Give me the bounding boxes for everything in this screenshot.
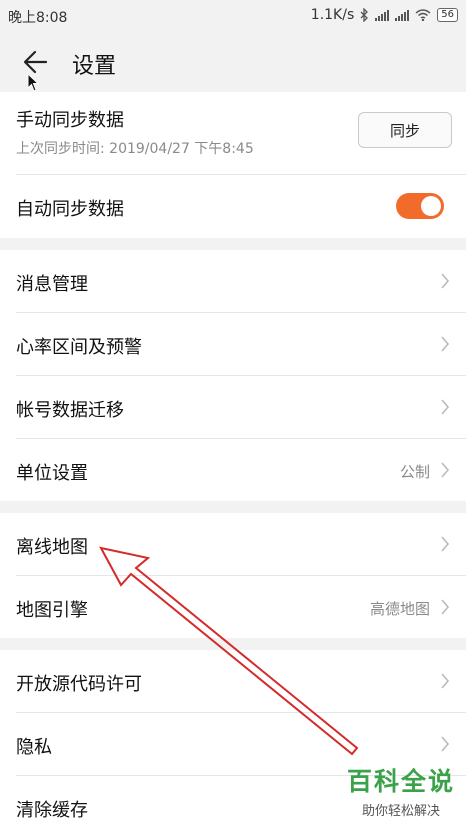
section-divider <box>0 638 466 650</box>
item-label: 单位设置 <box>16 463 88 484</box>
bluetooth-icon <box>360 8 369 22</box>
chevron-right-icon <box>441 536 450 552</box>
list-item-offline-map[interactable]: 离线地图 <box>16 513 466 576</box>
status-icons: 1.1K/s 56 <box>311 7 458 23</box>
wifi-icon <box>415 9 431 21</box>
list-item-account-migration[interactable]: 帐号数据迁移 <box>16 376 466 439</box>
app-bar: 设置 <box>0 32 466 92</box>
list-item-message-management[interactable]: 消息管理 <box>16 250 466 313</box>
item-value: 公制 <box>399 463 430 481</box>
chevron-right-icon <box>441 336 450 352</box>
list-item-open-source[interactable]: 开放源代码许可 <box>16 650 466 713</box>
mouse-cursor-icon <box>27 73 39 92</box>
item-label: 心率区间及预警 <box>16 337 142 358</box>
signal-icon <box>375 9 390 21</box>
item-value: 高德地图 <box>369 600 430 618</box>
sync-button[interactable]: 同步 <box>358 112 452 148</box>
chevron-right-icon <box>441 273 450 289</box>
section-divider <box>0 238 466 250</box>
list-item-unit-settings[interactable]: 单位设置 公制 <box>16 439 466 501</box>
chevron-right-icon <box>441 462 450 478</box>
manual-sync-row: 手动同步数据 上次同步时间: 2019/04/27 下午8:45 同步 <box>16 92 466 175</box>
chevron-right-icon <box>441 736 450 752</box>
page-title: 设置 <box>72 54 117 79</box>
toggle-knob <box>421 196 441 216</box>
network-speed: 1.1K/s <box>310 7 355 23</box>
section-divider <box>0 501 466 513</box>
item-label: 离线地图 <box>16 537 88 558</box>
signal-icon-2 <box>395 9 410 21</box>
back-arrow-icon[interactable] <box>22 48 50 76</box>
chevron-right-icon <box>441 599 450 615</box>
list-item-heart-rate[interactable]: 心率区间及预警 <box>16 313 466 376</box>
chevron-right-icon <box>441 673 450 689</box>
status-time: 晚上8:08 <box>8 10 68 26</box>
manual-sync-label: 手动同步数据 <box>16 110 124 131</box>
watermark-subtitle: 助你轻松解决 <box>361 804 440 819</box>
item-label: 清除缓存 <box>16 800 88 821</box>
watermark-title: 百科全说 <box>346 767 455 796</box>
chevron-right-icon <box>441 399 450 415</box>
item-label: 帐号数据迁移 <box>16 400 124 421</box>
item-label: 地图引擎 <box>16 600 88 621</box>
last-sync-time: 上次同步时间: 2019/04/27 下午8:45 <box>16 141 254 157</box>
auto-sync-label: 自动同步数据 <box>16 199 124 220</box>
auto-sync-toggle[interactable] <box>396 193 444 219</box>
item-label: 开放源代码许可 <box>16 674 142 695</box>
watermark: 百科全说 助你轻松解决 <box>342 762 460 819</box>
item-label: 消息管理 <box>16 274 88 295</box>
list-item-map-engine[interactable]: 地图引擎 高德地图 <box>16 576 466 638</box>
status-bar: 晚上8:08 1.1K/s 56 <box>0 0 466 32</box>
settings-list: 手动同步数据 上次同步时间: 2019/04/27 下午8:45 同步 自动同步… <box>0 92 466 838</box>
auto-sync-row[interactable]: 自动同步数据 <box>16 175 466 238</box>
item-label: 隐私 <box>16 737 52 758</box>
battery-icon: 56 <box>437 8 458 22</box>
